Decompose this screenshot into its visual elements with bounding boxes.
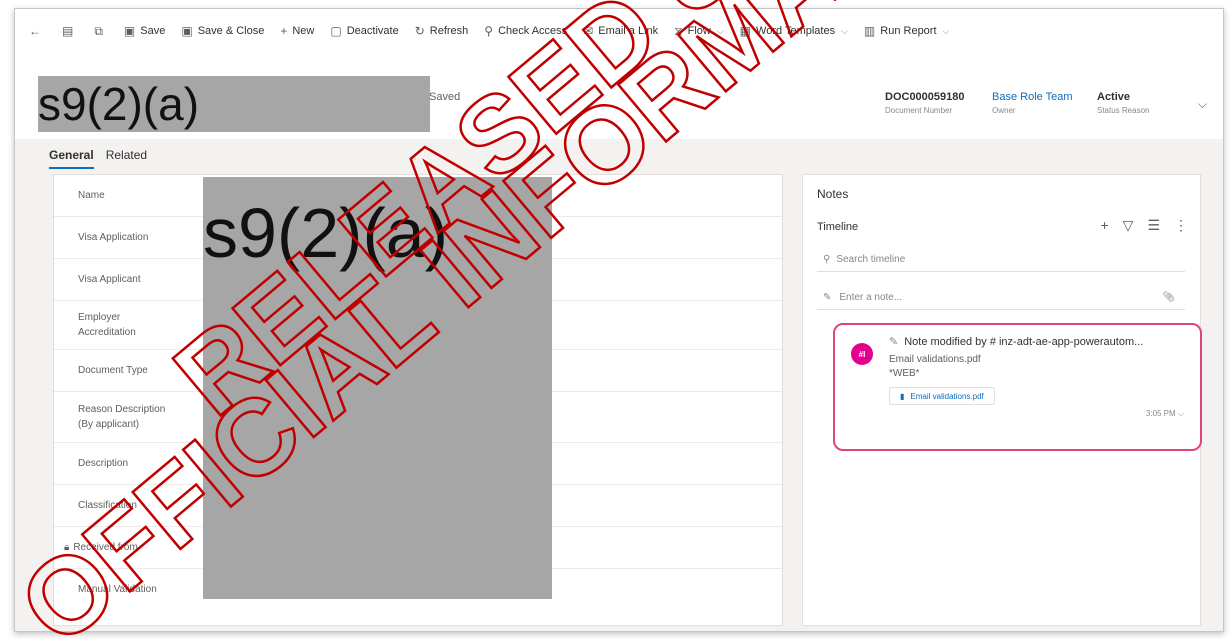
- notes-panel: Notes Timeline + ▽ ☰ ⋮ ⚲ Search timeline…: [802, 174, 1202, 626]
- note-input[interactable]: ✎ Enter a note... 📎︎: [817, 285, 1185, 310]
- document-type-label: Document Type: [78, 365, 148, 376]
- manual-validation-label: Manual Validation: [78, 584, 157, 595]
- check-access-label: Check Access: [498, 25, 568, 37]
- description-label: Description: [78, 458, 129, 469]
- note-line-2: *WEB*: [889, 368, 920, 379]
- email-link-label: Email a Link: [598, 25, 659, 37]
- chevron-down-icon: ⌵: [716, 25, 724, 36]
- save-icon: ▣: [123, 24, 136, 38]
- check-access-button[interactable]: ⚲ Check Access: [484, 24, 567, 38]
- status-reason-value: Active: [1097, 91, 1131, 103]
- run-report-icon: ▥: [863, 24, 876, 38]
- deactivate-button[interactable]: ▢ Deactivate: [330, 24, 398, 38]
- tab-general[interactable]: General: [49, 148, 94, 169]
- timeline-search-placeholder: Search timeline: [836, 253, 906, 265]
- redaction-box-form: s9(2)(a): [203, 177, 552, 599]
- flow-button[interactable]: ⧖ Flow ⌵: [674, 24, 724, 39]
- note-timestamp: 3:05 PM ⌵: [1146, 409, 1184, 419]
- status-reason-label: Status Reason: [1097, 106, 1150, 115]
- flow-icon: ⧖: [674, 23, 683, 38]
- reason-description-label: Reason Description (By applicant): [78, 404, 166, 430]
- save-close-label: Save & Close: [197, 25, 265, 37]
- redaction-box-header: s9(2)(a): [38, 76, 430, 132]
- avatar: #I: [851, 343, 873, 365]
- run-report-label: Run Report: [880, 25, 937, 37]
- search-icon: ⚲: [823, 253, 831, 265]
- flow-label: Flow: [687, 25, 711, 37]
- note-icon: ✎: [889, 336, 899, 348]
- word-templates-button[interactable]: ▦ Word Templates ⌵: [740, 24, 848, 38]
- save-close-button[interactable]: ▣ Save & Close: [181, 24, 264, 38]
- form-icon: ▤: [62, 24, 74, 38]
- note-body: Email validations.pdf *WEB*: [889, 353, 981, 381]
- refresh-label: Refresh: [429, 25, 469, 37]
- file-icon: ▮: [900, 391, 905, 401]
- refresh-icon: ↻: [414, 24, 425, 38]
- classification-label: Classification: [78, 500, 137, 511]
- more-options-icon[interactable]: ⋮: [1174, 217, 1188, 234]
- employer-accreditation-label: Employer Accreditation: [78, 312, 136, 338]
- attachment-name: Email validations.pdf: [910, 391, 984, 401]
- email-link-icon: ✉: [583, 24, 594, 38]
- attach-icon[interactable]: 📎︎: [1162, 292, 1175, 303]
- command-bar: ← ▤ ⧉ ▣ Save ▣ Save & Close + New ▢ Deactiva…: [15, 9, 1223, 53]
- expand-header-chevron-icon[interactable]: ⌵: [1198, 97, 1207, 112]
- save-label: Save: [140, 25, 166, 37]
- save-status: Saved: [429, 91, 461, 103]
- deactivate-label: Deactivate: [346, 25, 399, 37]
- received-from-label-wrap: 🔒︎ Received from: [54, 540, 164, 555]
- name-label: Name: [78, 190, 105, 201]
- owner-link[interactable]: Base Role Team: [992, 91, 1073, 103]
- word-templates-icon: ▦: [739, 24, 752, 38]
- run-report-button[interactable]: ▥ Run Report ⌵: [864, 24, 949, 38]
- new-button[interactable]: + New: [280, 24, 314, 38]
- refresh-button[interactable]: ↻ Refresh: [415, 24, 469, 38]
- note-placeholder: Enter a note...: [839, 291, 903, 303]
- word-templates-label: Word Templates: [756, 25, 836, 37]
- back-button[interactable]: ←: [29, 24, 46, 38]
- filter-icon[interactable]: ▽: [1123, 217, 1134, 234]
- pencil-icon: ✎: [823, 291, 832, 303]
- received-from-label: Received from: [73, 542, 138, 553]
- redaction-code: s9(2)(a): [203, 194, 449, 272]
- save-close-icon: ▣: [181, 24, 193, 38]
- list-view-icon[interactable]: ☰: [1147, 217, 1160, 234]
- note-time-text: 3:05 PM: [1145, 409, 1176, 418]
- chevron-down-icon: ⌵: [841, 25, 848, 36]
- chevron-down-icon[interactable]: ⌵: [1178, 409, 1184, 418]
- deactivate-icon: ▢: [330, 24, 342, 38]
- plus-icon: +: [280, 24, 288, 38]
- owner-label: Owner: [992, 106, 1016, 115]
- timeline-title: Timeline: [817, 221, 859, 233]
- new-label: New: [292, 25, 315, 37]
- redaction-code: s9(2)(a): [38, 78, 200, 130]
- tab-related[interactable]: Related: [106, 148, 147, 169]
- timeline-toolbar: + ▽ ☰ ⋮: [1086, 217, 1188, 234]
- visa-applicant-label: Visa Applicant: [78, 274, 141, 285]
- timeline-search-input[interactable]: ⚲ Search timeline: [817, 247, 1185, 272]
- email-link-button[interactable]: ✉ Email a Link: [583, 24, 658, 38]
- visa-application-label: Visa Application: [78, 232, 149, 243]
- header-field-document-number: DOC000059180 Document Number: [885, 91, 965, 115]
- header-field-owner: Base Role Team Owner: [992, 91, 1073, 115]
- check-access-icon: ⚲: [484, 24, 494, 38]
- open-new-window-button[interactable]: ⧉: [94, 24, 108, 39]
- form-view-button[interactable]: ▤: [62, 24, 78, 38]
- timeline-note-card[interactable]: #I ✎ Note modified by # inz-adt-ae-app-po…: [833, 323, 1202, 451]
- open-new-window-icon: ⧉: [94, 23, 103, 38]
- notes-title: Notes: [817, 187, 849, 201]
- save-button[interactable]: ▣ Save: [124, 24, 165, 38]
- note-heading: ✎ Note modified by # inz-adt-ae-app-power…: [889, 335, 1189, 348]
- add-icon[interactable]: +: [1100, 217, 1108, 234]
- attachment-chip[interactable]: ▮ Email validations.pdf: [889, 387, 995, 405]
- document-number-value: DOC000059180: [885, 91, 965, 103]
- header-field-status-reason: Active Status Reason: [1097, 91, 1149, 115]
- back-arrow-icon: ←: [29, 24, 41, 38]
- note-line-1: Email validations.pdf: [889, 354, 981, 365]
- tab-list: General Related: [49, 148, 159, 169]
- chevron-down-icon: ⌵: [942, 25, 950, 36]
- document-number-label: Document Number: [885, 106, 953, 115]
- note-heading-text: Note modified by # inz-adt-ae-app-powera…: [904, 336, 1144, 348]
- lock-icon: 🔒︎: [64, 542, 70, 553]
